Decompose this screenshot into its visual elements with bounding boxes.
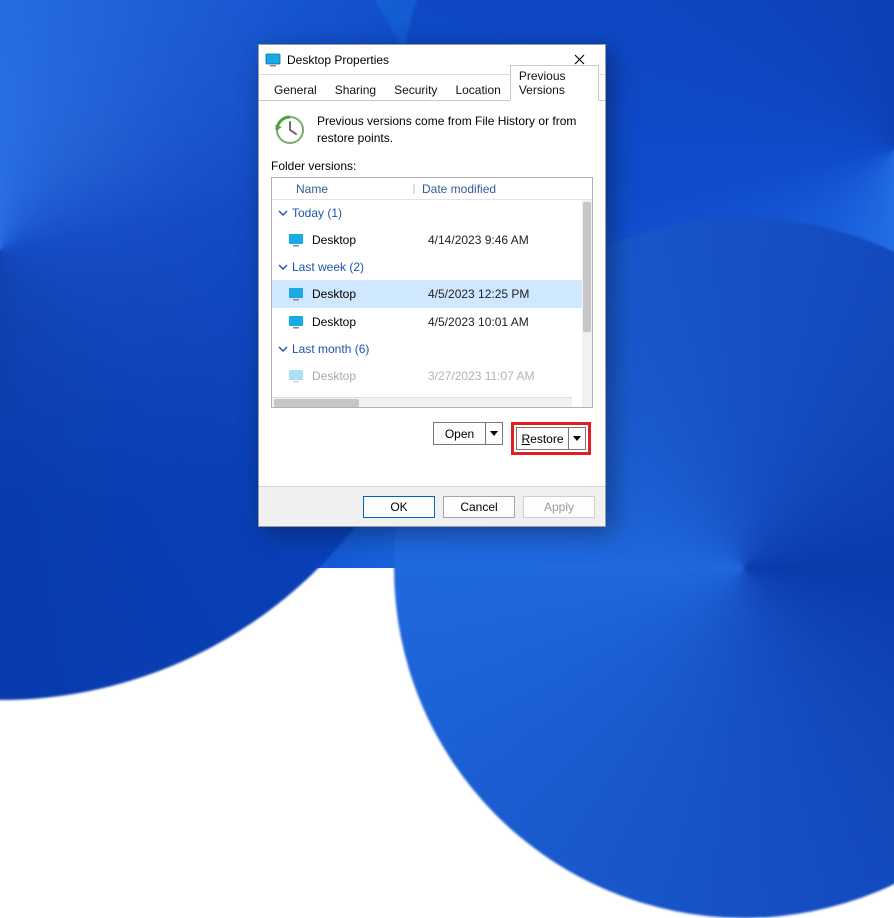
dropdown-arrow-icon[interactable] xyxy=(569,428,585,449)
list-item-date: 4/5/2023 12:25 PM xyxy=(428,287,529,301)
file-history-icon xyxy=(271,113,305,147)
chevron-down-icon xyxy=(278,262,288,272)
tab-panel: Previous versions come from File History… xyxy=(259,101,605,471)
vertical-scrollbar[interactable] xyxy=(582,200,592,407)
column-resizer-icon[interactable] xyxy=(411,181,417,197)
listview-body: Today (1) Desktop 4/14/2023 9:46 AM Last… xyxy=(272,200,582,407)
list-item-date: 4/5/2023 10:01 AM xyxy=(428,315,529,329)
group-last-month[interactable]: Last month (6) xyxy=(272,336,582,362)
action-buttons-row: Open Restore xyxy=(271,408,593,463)
group-today[interactable]: Today (1) xyxy=(272,200,582,226)
scroll-thumb[interactable] xyxy=(274,399,359,407)
list-item[interactable]: Desktop 4/5/2023 10:01 AM xyxy=(272,308,582,336)
desktop-icon xyxy=(288,368,304,384)
list-item-name: Desktop xyxy=(312,233,428,247)
open-button-label: Open xyxy=(434,423,486,444)
info-text: Previous versions come from File History… xyxy=(317,113,593,147)
tabstrip: General Sharing Security Location Previo… xyxy=(259,75,605,101)
desktop-icon xyxy=(288,314,304,330)
horizontal-scrollbar[interactable] xyxy=(272,397,572,407)
dialog-buttons: OK Cancel Apply xyxy=(259,486,605,526)
scroll-thumb[interactable] xyxy=(583,202,591,332)
restore-button[interactable]: Restore xyxy=(516,427,586,450)
list-item-date: 3/27/2023 11:07 AM xyxy=(428,369,535,383)
list-item-name: Desktop xyxy=(312,287,428,301)
apply-button: Apply xyxy=(523,496,595,518)
desktop-icon xyxy=(288,232,304,248)
ok-button[interactable]: OK xyxy=(363,496,435,518)
tab-location[interactable]: Location xyxy=(446,79,509,101)
dropdown-arrow-icon[interactable] xyxy=(486,423,502,444)
list-item-name: Desktop xyxy=(312,315,428,329)
tab-general[interactable]: General xyxy=(265,79,326,101)
group-label: Last week (2) xyxy=(292,260,364,274)
info-row: Previous versions come from File History… xyxy=(271,113,593,147)
section-label: Folder versions: xyxy=(271,159,593,173)
group-label: Last month (6) xyxy=(292,342,369,356)
list-item[interactable]: Desktop 4/5/2023 12:25 PM xyxy=(272,280,582,308)
open-button[interactable]: Open xyxy=(433,422,503,445)
list-item[interactable]: Desktop 4/14/2023 9:46 AM xyxy=(272,226,582,254)
desktop-icon xyxy=(288,286,304,302)
restore-highlight: Restore xyxy=(511,422,591,455)
listview-header[interactable]: Name Date modified xyxy=(272,178,592,200)
list-item-name: Desktop xyxy=(312,369,428,383)
chevron-down-icon xyxy=(278,344,288,354)
tab-security[interactable]: Security xyxy=(385,79,446,101)
desktop-icon xyxy=(265,52,281,68)
list-item-date: 4/14/2023 9:46 AM xyxy=(428,233,529,247)
list-item[interactable]: Desktop 3/27/2023 11:07 AM xyxy=(272,362,582,390)
restore-button-label: Restore xyxy=(517,428,569,449)
cancel-button[interactable]: Cancel xyxy=(443,496,515,518)
column-name[interactable]: Name xyxy=(296,182,406,196)
folder-versions-label: Folder versions: xyxy=(271,159,356,173)
tab-sharing[interactable]: Sharing xyxy=(326,79,385,101)
folder-versions-list[interactable]: Name Date modified Today (1) Desktop xyxy=(271,177,593,408)
chevron-down-icon xyxy=(278,208,288,218)
tab-previous-versions[interactable]: Previous Versions xyxy=(510,65,599,101)
group-label: Today (1) xyxy=(292,206,342,220)
properties-dialog: Desktop Properties General Sharing Secur… xyxy=(258,44,606,527)
group-last-week[interactable]: Last week (2) xyxy=(272,254,582,280)
column-date-modified[interactable]: Date modified xyxy=(422,182,592,196)
